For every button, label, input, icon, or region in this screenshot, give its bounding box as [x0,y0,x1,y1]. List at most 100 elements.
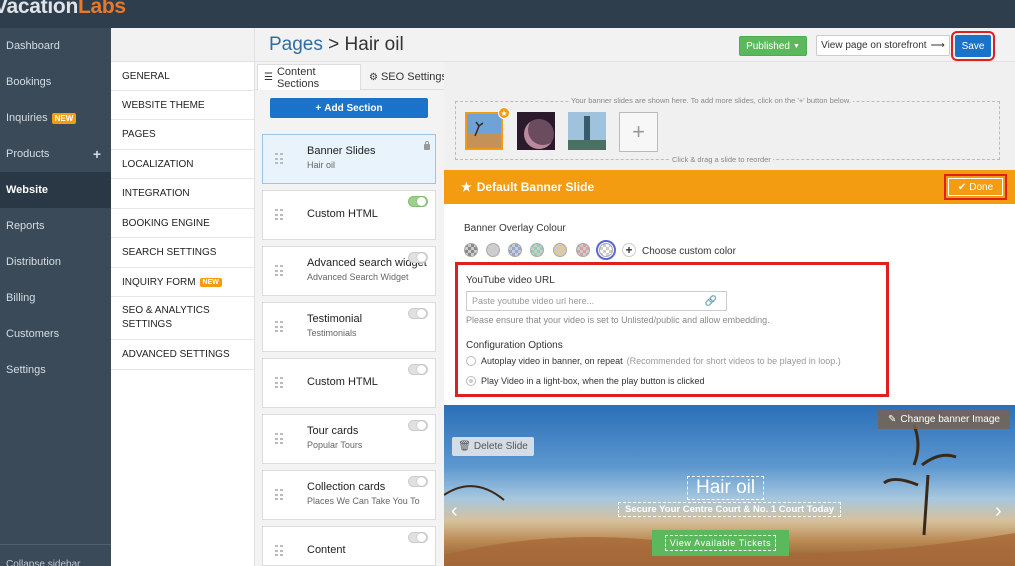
save-button[interactable]: Save [951,31,995,61]
section-card-title: Testimonial [307,313,363,325]
overlay-swatch[interactable] [530,243,544,257]
settings-item-website-theme[interactable]: WEBSITE THEME [111,91,254,120]
youtube-help-text: Please ensure that your video is set to … [466,315,770,325]
done-button[interactable]: ✔ Done [944,174,1007,200]
breadcrumb-separator: > [328,34,340,55]
nav-item-customers[interactable]: Customers [0,316,111,352]
nav-item-reports[interactable]: Reports [0,208,111,244]
reorder-hint: Click & drag a slide to reorder [670,155,773,164]
nav-item-billing[interactable]: Billing [0,280,111,316]
lock-icon [424,141,430,150]
breadcrumb-pages-link[interactable]: Pages [269,34,323,55]
overlay-swatch[interactable] [508,243,522,257]
trash-icon: 🗑 [458,441,471,452]
slides-strip: Your banner slides are shown here. To ad… [444,62,1015,170]
section-visibility-toggle[interactable] [408,532,428,543]
add-section-button[interactable]: + Add Section [270,98,428,118]
section-card-advanced-search[interactable]: Advanced search widget Advanced Search W… [262,246,436,296]
youtube-url-label: YouTube video URL [466,275,555,286]
overlay-swatch[interactable] [464,243,478,257]
section-visibility-toggle[interactable] [408,252,428,263]
add-slide-button[interactable]: + [619,112,658,152]
change-banner-image-button[interactable]: ✎ Change banner Image [878,409,1010,429]
brand-logo[interactable]: VacationLabs [0,0,126,19]
section-card-title: Custom HTML [307,208,378,220]
overlay-swatch-selected[interactable] [596,240,616,260]
overlay-swatch[interactable] [553,243,567,257]
lightbox-radio[interactable] [466,376,476,386]
nav-item-products[interactable]: Products + [0,136,111,172]
section-card-collection-cards[interactable]: Collection cards Places We Can Take You … [262,470,436,520]
section-visibility-toggle[interactable] [408,364,428,375]
nav-item-inquiries[interactable]: Inquiries NEW [0,100,111,136]
drag-handle-icon[interactable] [275,489,283,501]
caret-down-icon: ▼ [792,42,800,50]
delete-slide-button[interactable]: 🗑 Delete Slide [452,437,534,456]
youtube-url-input[interactable]: Paste youtube video url here... 🔗 [466,291,727,311]
overlay-swatch[interactable] [576,243,590,257]
autoplay-option[interactable]: Autoplay video in banner, on repeat (Rec… [466,356,841,366]
custom-color-label[interactable]: Choose custom color [642,246,736,257]
section-card-subtitle: Advanced Search Widget [307,272,409,282]
section-card-tour-cards[interactable]: Tour cards Popular Tours [262,414,436,464]
published-dropdown-button[interactable]: Published ▼ [739,36,807,56]
expand-plus-icon[interactable]: + [93,146,101,162]
config-options-label: Configuration Options [466,340,563,351]
section-visibility-toggle[interactable] [408,308,428,319]
section-card-testimonial[interactable]: Testimonial Testimonials [262,302,436,352]
tab-content-sections[interactable]: ☰ Content Sections [257,64,361,90]
prev-slide-arrow-icon[interactable]: ‹ [451,500,458,523]
section-visibility-toggle[interactable] [408,196,428,207]
nav-label: Products [6,148,50,160]
banner-title[interactable]: Hair oil [687,476,765,500]
section-card-custom-html-2[interactable]: Custom HTML [262,358,436,408]
section-card-subtitle: Hair oil [307,160,336,170]
drag-handle-icon[interactable] [275,209,283,221]
banner-cta-label[interactable]: View Available Tickets [664,535,777,551]
drag-handle-icon[interactable] [275,433,283,445]
next-slide-arrow-icon[interactable]: › [995,500,1002,523]
slide-thumbnail[interactable] [517,112,555,150]
slide-thumbnail[interactable] [465,112,503,150]
banner-subtitle[interactable]: Secure Your Centre Court & No. 1 Court T… [618,502,842,517]
section-visibility-toggle[interactable] [408,420,428,431]
section-card-content[interactable]: Content [262,526,436,566]
collapse-sidebar-button[interactable]: Collapse sidebar [0,544,111,566]
settings-item-localization[interactable]: LOCALIZATION [111,150,254,179]
settings-item-search-settings[interactable]: SEARCH SETTINGS [111,238,254,268]
view-storefront-button[interactable]: View page on storefront ⟶ [816,35,950,56]
add-custom-color-icon[interactable]: + [622,243,636,257]
nav-item-settings[interactable]: Settings [0,352,111,388]
nav-item-website[interactable]: Website [0,172,111,208]
banner-cta-button[interactable]: View Available Tickets [652,530,789,556]
slide-header: ★ Default Banner Slide ✔ Done [444,170,1015,204]
nav-item-bookings[interactable]: Bookings [0,64,111,100]
drag-handle-icon[interactable] [275,265,283,277]
section-visibility-toggle[interactable] [408,476,428,487]
nav-item-dashboard[interactable]: Dashboard [0,28,111,64]
banner-preview: ✎ Change banner Image 🗑 Delete Slide Hair … [444,405,1015,566]
nav-label: Bookings [6,76,52,88]
autoplay-radio[interactable] [466,356,476,366]
slide-thumbnail[interactable] [568,112,606,150]
settings-item-general[interactable]: GENERAL [111,62,254,91]
overlay-swatch[interactable] [486,243,500,257]
done-label: Done [969,181,994,193]
settings-item-booking-engine[interactable]: BOOKING ENGINE [111,209,254,238]
drag-handle-icon[interactable] [275,377,283,389]
settings-item-inquiry-form[interactable]: INQUIRY FORM NEW [111,268,254,297]
section-card-custom-html[interactable]: Custom HTML [262,190,436,240]
lightbox-option[interactable]: Play Video in a light-box, when the play… [466,376,704,386]
settings-item-pages[interactable]: PAGES [111,120,254,150]
slide-title-text: Default Banner Slide [476,180,595,194]
slides-hint: Your banner slides are shown here. To ad… [569,96,853,105]
settings-item-advanced-settings[interactable]: ADVANCED SETTINGS [111,340,254,370]
drag-handle-icon[interactable] [275,321,283,333]
drag-handle-icon[interactable] [275,545,283,557]
drag-handle-icon[interactable] [275,153,283,165]
settings-item-seo-analytics[interactable]: SEO & ANALYTICS SETTINGS [111,297,254,340]
settings-item-integration[interactable]: INTEGRATION [111,179,254,209]
section-card-banner-slides[interactable]: Banner Slides Hair oil [262,134,436,184]
tab-seo-settings[interactable]: ⚙ SEO Settings [363,64,453,90]
nav-item-distribution[interactable]: Distribution [0,244,111,280]
